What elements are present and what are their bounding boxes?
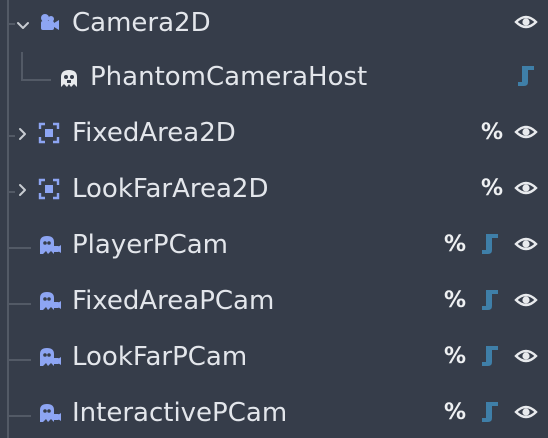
visibility-eye-icon[interactable] <box>514 345 538 367</box>
visibility-eye-icon[interactable] <box>514 11 538 33</box>
collapse-arrow-icon[interactable] <box>16 16 30 36</box>
phantom-camera-2d-icon <box>38 346 61 368</box>
unique-name-indicator[interactable]: % <box>444 340 466 374</box>
tree-item-fixedareapcam[interactable]: FixedAreaPCam % <box>0 276 548 332</box>
node-label: LookFarArea2D <box>72 174 269 204</box>
node-label: FixedAreaPCam <box>72 286 275 316</box>
node-label: Camera2D <box>72 8 211 38</box>
tree-item-lookfarpcam[interactable]: LookFarPCam % <box>0 332 548 388</box>
phantom-camera-host-icon <box>58 68 80 90</box>
node-label: PlayerPCam <box>72 230 228 260</box>
scene-tree-panel: Camera2D PhantomCameraHost FixedArea2D %… <box>0 0 548 438</box>
phantom-camera-2d-icon <box>38 234 61 256</box>
expand-arrow-icon[interactable] <box>16 124 30 144</box>
tree-item-camera2d[interactable]: Camera2D <box>0 0 548 54</box>
phantom-camera-2d-icon <box>38 290 61 312</box>
unique-name-indicator[interactable]: % <box>444 396 466 430</box>
unique-name-indicator[interactable]: % <box>481 116 503 150</box>
phantom-camera-2d-icon <box>38 402 61 424</box>
tree-item-interactivepcam[interactable]: InteractivePCam % <box>0 388 548 438</box>
node-label: LookFarPCam <box>72 342 248 372</box>
area2d-icon <box>38 178 60 200</box>
node-label: InteractivePCam <box>72 398 288 428</box>
unique-name-indicator[interactable]: % <box>481 172 503 206</box>
tree-item-lookfararea2d[interactable]: LookFarArea2D % <box>0 164 548 220</box>
script-icon[interactable] <box>516 64 536 88</box>
script-icon[interactable] <box>480 288 500 312</box>
visibility-eye-icon[interactable] <box>514 401 538 423</box>
tree-item-phantomcamerahost[interactable]: PhantomCameraHost <box>0 52 548 108</box>
visibility-eye-icon[interactable] <box>514 177 538 199</box>
unique-name-indicator[interactable]: % <box>444 284 466 318</box>
node-label: PhantomCameraHost <box>90 62 368 92</box>
node-label: FixedArea2D <box>72 118 236 148</box>
visibility-eye-icon[interactable] <box>514 233 538 255</box>
tree-item-fixedarea2d[interactable]: FixedArea2D % <box>0 108 548 164</box>
visibility-eye-icon[interactable] <box>514 289 538 311</box>
camera2d-icon <box>38 12 60 34</box>
script-icon[interactable] <box>480 232 500 256</box>
script-icon[interactable] <box>480 344 500 368</box>
expand-arrow-icon[interactable] <box>16 180 30 200</box>
tree-item-playerpcam[interactable]: PlayerPCam % <box>0 220 548 276</box>
unique-name-indicator[interactable]: % <box>444 228 466 262</box>
area2d-icon <box>38 122 60 144</box>
script-icon[interactable] <box>480 400 500 424</box>
visibility-eye-icon[interactable] <box>514 121 538 143</box>
